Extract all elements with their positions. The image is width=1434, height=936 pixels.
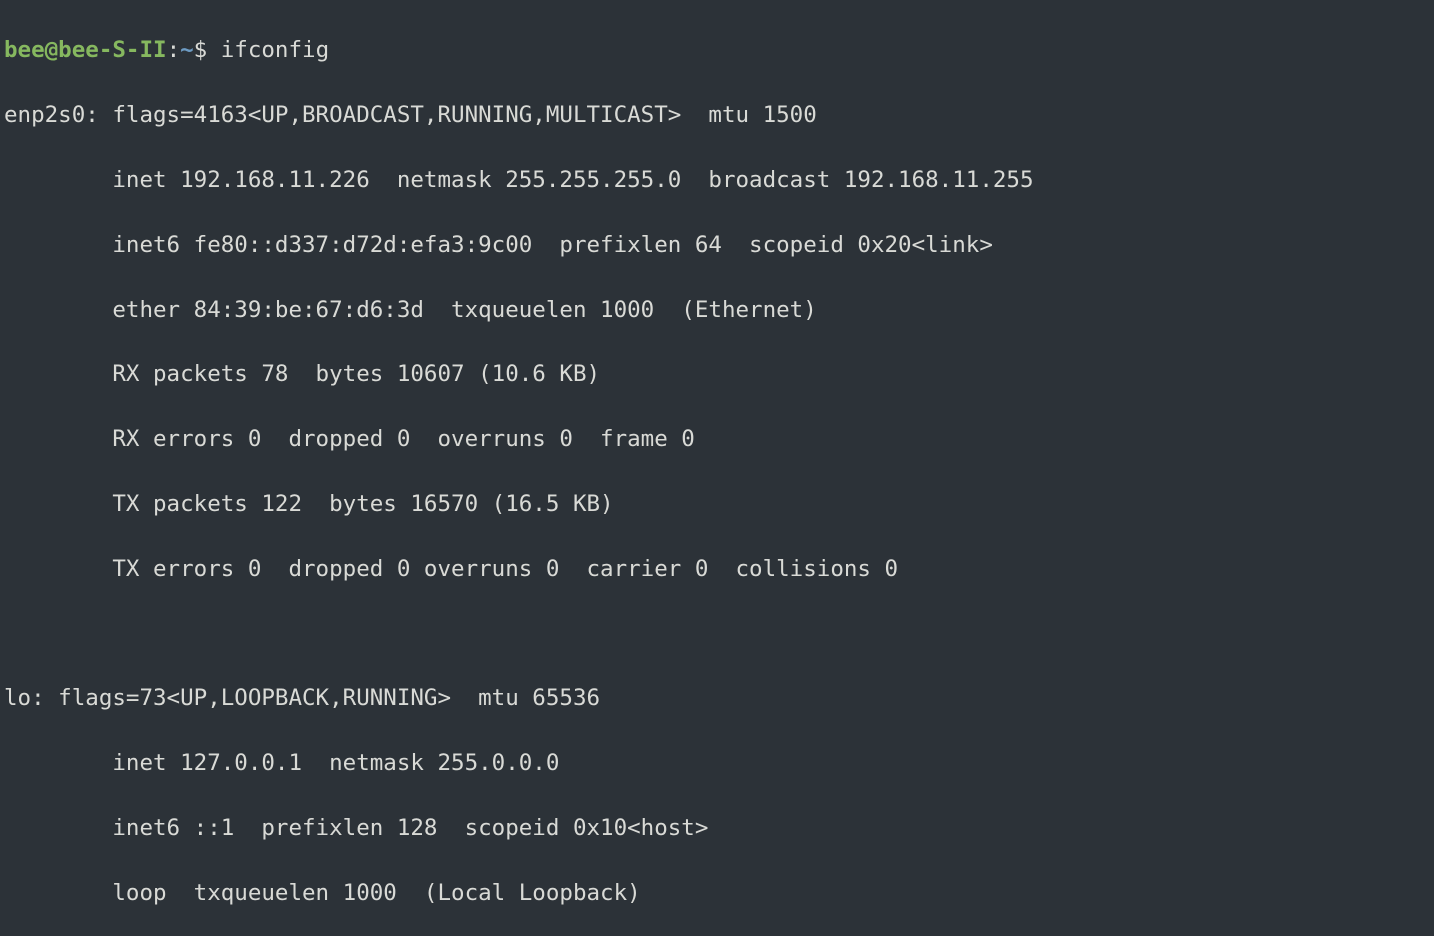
iface-enp2s0-ether: ether 84:39:be:67:d6:3d txqueuelen 1000 … <box>4 294 1430 326</box>
blank-line <box>4 617 1430 649</box>
prompt-sep2: $ <box>194 37 221 63</box>
iface-enp2s0-inet: inet 192.168.11.226 netmask 255.255.255.… <box>4 164 1430 196</box>
iface-enp2s0-rx-errors: RX errors 0 dropped 0 overruns 0 frame 0 <box>4 423 1430 455</box>
iface-enp2s0-tx-packets: TX packets 122 bytes 16570 (16.5 KB) <box>4 488 1430 520</box>
iface-lo-inet: inet 127.0.0.1 netmask 255.0.0.0 <box>4 747 1430 779</box>
iface-enp2s0-header: enp2s0: flags=4163<UP,BROADCAST,RUNNING,… <box>4 99 1430 131</box>
iface-enp2s0-tx-errors: TX errors 0 dropped 0 overruns 0 carrier… <box>4 553 1430 585</box>
command-text: ifconfig <box>221 37 329 63</box>
terminal-window[interactable]: bee@bee-S-II:~$ ifconfig enp2s0: flags=4… <box>0 0 1434 936</box>
prompt-userhost: bee@bee-S-II <box>4 37 167 63</box>
iface-enp2s0-inet6: inet6 fe80::d337:d72d:efa3:9c00 prefixle… <box>4 229 1430 261</box>
iface-lo-header: lo: flags=73<UP,LOOPBACK,RUNNING> mtu 65… <box>4 682 1430 714</box>
iface-enp2s0-rx-packets: RX packets 78 bytes 10607 (10.6 KB) <box>4 358 1430 390</box>
prompt-sep1: : <box>167 37 181 63</box>
prompt-path: ~ <box>180 37 194 63</box>
iface-lo-loop: loop txqueuelen 1000 (Local Loopback) <box>4 877 1430 909</box>
prompt-line: bee@bee-S-II:~$ ifconfig <box>4 34 1430 66</box>
iface-lo-inet6: inet6 ::1 prefixlen 128 scopeid 0x10<hos… <box>4 812 1430 844</box>
